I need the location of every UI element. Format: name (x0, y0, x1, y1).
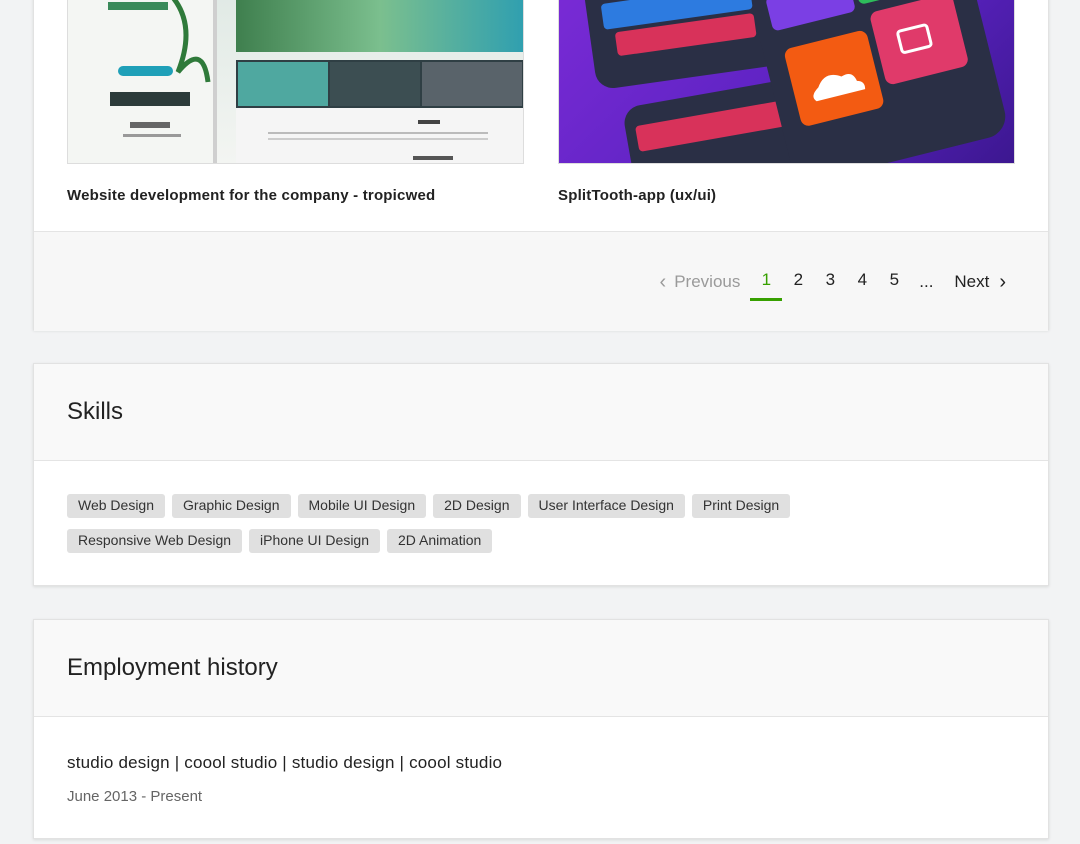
employment-card: Employment history studio design | coool… (33, 619, 1049, 839)
skill-tag[interactable]: Mobile UI Design (297, 494, 427, 518)
skill-tag[interactable]: iPhone UI Design (249, 529, 380, 553)
job-dates: June 2013 - Present (67, 788, 203, 805)
pagination-bar: ‹ Previous 1 2 3 4 5 ... Next › (34, 231, 1048, 331)
employment-heading: Employment history (34, 620, 1048, 717)
website-preview-image (68, 0, 523, 163)
skills-list: Web Design Graphic Design Mobile UI Desi… (34, 461, 864, 564)
page-ellipsis: ... (919, 272, 934, 291)
page-link-3[interactable]: 3 (814, 270, 846, 294)
skill-tag[interactable]: Responsive Web Design (67, 529, 243, 553)
next-label: Next (954, 272, 990, 291)
page-link-5[interactable]: 5 (878, 270, 910, 294)
chevron-left-icon: ‹ (659, 271, 667, 293)
skill-tag[interactable]: 2D Animation (387, 529, 493, 553)
page-link-1[interactable]: 1 (750, 270, 783, 301)
next-page-button[interactable]: Next › (954, 272, 1006, 292)
skill-tag[interactable]: User Interface Design (527, 494, 685, 518)
portfolio-thumbnail-tropicwed[interactable] (67, 0, 524, 164)
chevron-right-icon: › (999, 271, 1006, 293)
portfolio-thumbnail-splittooth[interactable] (558, 0, 1015, 164)
skill-tag[interactable]: Graphic Design (172, 494, 291, 518)
portfolio-title-splittooth[interactable]: SplitTooth-app (ux/ui) (558, 187, 716, 204)
portfolio-title-tropicwed[interactable]: Website development for the company - tr… (67, 187, 435, 204)
skill-tag[interactable]: Web Design (67, 494, 166, 518)
page-link-2[interactable]: 2 (782, 270, 814, 294)
previous-label: Previous (674, 272, 741, 291)
page-link-4[interactable]: 4 (846, 270, 878, 294)
skills-card: Skills Web Design Graphic Design Mobile … (33, 363, 1049, 586)
app-preview-image (583, 0, 1006, 163)
pagination: ‹ Previous 1 2 3 4 5 ... Next › (660, 270, 1006, 301)
job-title: studio design | coool studio | studio de… (67, 753, 503, 772)
previous-page-button[interactable]: ‹ Previous (660, 272, 741, 292)
skill-tag[interactable]: Print Design (691, 494, 791, 518)
portfolio-card: Website development for the company - tr… (33, 0, 1049, 331)
skills-heading: Skills (34, 364, 1048, 461)
skill-tag[interactable]: 2D Design (433, 494, 521, 518)
